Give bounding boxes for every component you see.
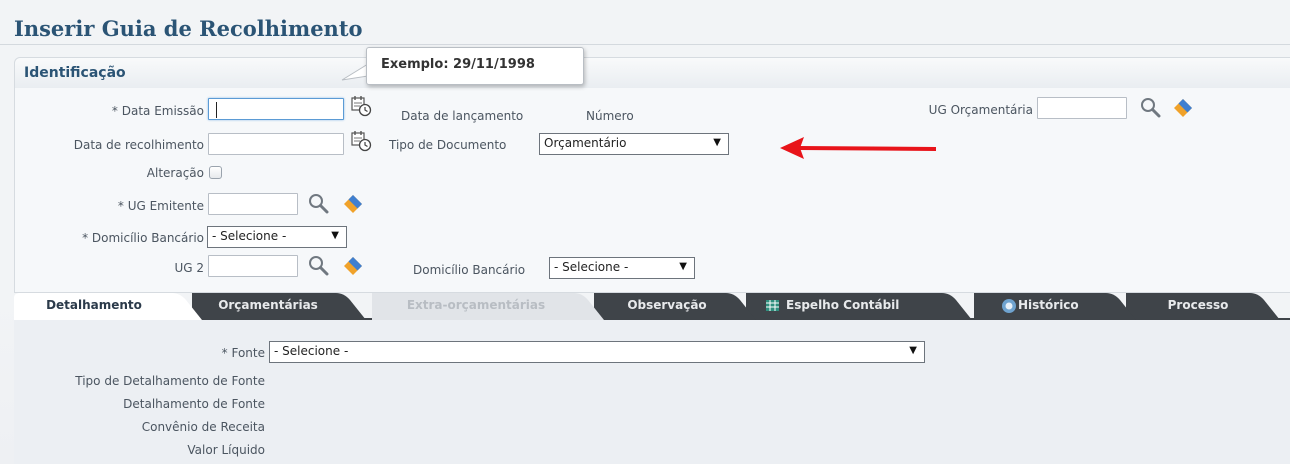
tab-orcamentarias[interactable]: Orçamentárias xyxy=(196,298,340,312)
dropdown-arrow-icon: ▼ xyxy=(909,345,917,356)
fonte-value: - Selecione - xyxy=(274,344,349,358)
tab-observacao[interactable]: Observação xyxy=(600,298,734,312)
dropdown-arrow-icon: ▼ xyxy=(331,230,339,241)
ug-orcamentaria-input[interactable] xyxy=(1037,97,1127,119)
table-icon xyxy=(766,300,779,311)
section-title-identificacao: Identificação xyxy=(24,65,126,81)
search-icon[interactable] xyxy=(1139,96,1161,118)
tipo-documento-value: Orçamentário xyxy=(544,136,627,150)
tipo-documento-label: Tipo de Documento xyxy=(389,138,507,152)
calendar-clock-icon[interactable] xyxy=(350,130,372,152)
fonte-label: * Fonte xyxy=(221,346,265,360)
search-icon[interactable] xyxy=(307,192,329,214)
eraser-icon[interactable] xyxy=(342,255,364,277)
date-format-tooltip: Exemplo: 29/11/1998 xyxy=(366,47,584,85)
tab-processo[interactable]: Processo xyxy=(1136,298,1260,312)
valor-liquido-label: Valor Líquido xyxy=(187,443,265,457)
numero-label: Número xyxy=(586,109,634,123)
domicilio-bancario-2-select[interactable]: - Selecione - ▼ xyxy=(549,257,695,279)
eraser-icon[interactable] xyxy=(1172,97,1194,119)
identificacao-panel-header xyxy=(15,58,1290,88)
data-emissao-input[interactable] xyxy=(208,98,344,120)
domicilio-bancario-value: - Selecione - xyxy=(212,229,287,243)
domicilio-bancario-label: * Domicílio Bancário xyxy=(82,231,204,245)
dropdown-arrow-icon: ▼ xyxy=(713,137,721,148)
title-divider xyxy=(0,44,1290,45)
calendar-clock-icon[interactable] xyxy=(350,95,372,117)
domicilio-bancario-2-label: Domicílio Bancário xyxy=(413,263,526,277)
history-icon xyxy=(1002,299,1016,313)
data-recolhimento-label: Data de recolhimento xyxy=(73,138,204,152)
ug-emitente-input[interactable] xyxy=(208,193,298,215)
fonte-select[interactable]: - Selecione - ▼ xyxy=(269,341,925,363)
ug2-input[interactable] xyxy=(208,255,298,277)
tipo-documento-select[interactable]: Orçamentário ▼ xyxy=(539,133,729,155)
tipo-detalhamento-fonte-label: Tipo de Detalhamento de Fonte xyxy=(75,374,265,388)
domicilio-bancario-2-value: - Selecione - xyxy=(554,260,629,274)
data-lancamento-label: Data de lançamento xyxy=(401,109,524,123)
text-cursor xyxy=(216,102,217,118)
tab-detalhamento[interactable]: Detalhamento xyxy=(14,298,174,312)
data-emissao-label: * Data Emissão xyxy=(111,104,204,118)
data-recolhimento-input[interactable] xyxy=(208,133,344,155)
detalhamento-fonte-label: Detalhamento de Fonte xyxy=(123,397,265,411)
alteracao-checkbox[interactable] xyxy=(209,166,222,179)
tab-extra-orcamentarias: Extra-orçamentárias xyxy=(406,298,546,312)
red-arrow-annotation xyxy=(780,137,937,159)
domicilio-bancario-select[interactable]: - Selecione - ▼ xyxy=(207,226,347,248)
ug2-label: UG 2 xyxy=(174,261,204,275)
convenio-receita-label: Convênio de Receita xyxy=(141,420,265,434)
search-icon[interactable] xyxy=(307,254,329,276)
dropdown-arrow-icon: ▼ xyxy=(679,261,687,272)
tab-espelho-contabil[interactable]: Espelho Contábil xyxy=(786,298,950,312)
tab-historico[interactable]: Histórico xyxy=(1018,298,1108,312)
alteracao-label: Alteração xyxy=(146,166,204,180)
eraser-icon[interactable] xyxy=(342,193,364,215)
page-title: Inserir Guia de Recolhimento xyxy=(14,16,363,41)
ug-orcamentaria-label: UG Orçamentária xyxy=(928,103,1033,117)
ug-emitente-label: * UG Emitente xyxy=(117,199,204,213)
